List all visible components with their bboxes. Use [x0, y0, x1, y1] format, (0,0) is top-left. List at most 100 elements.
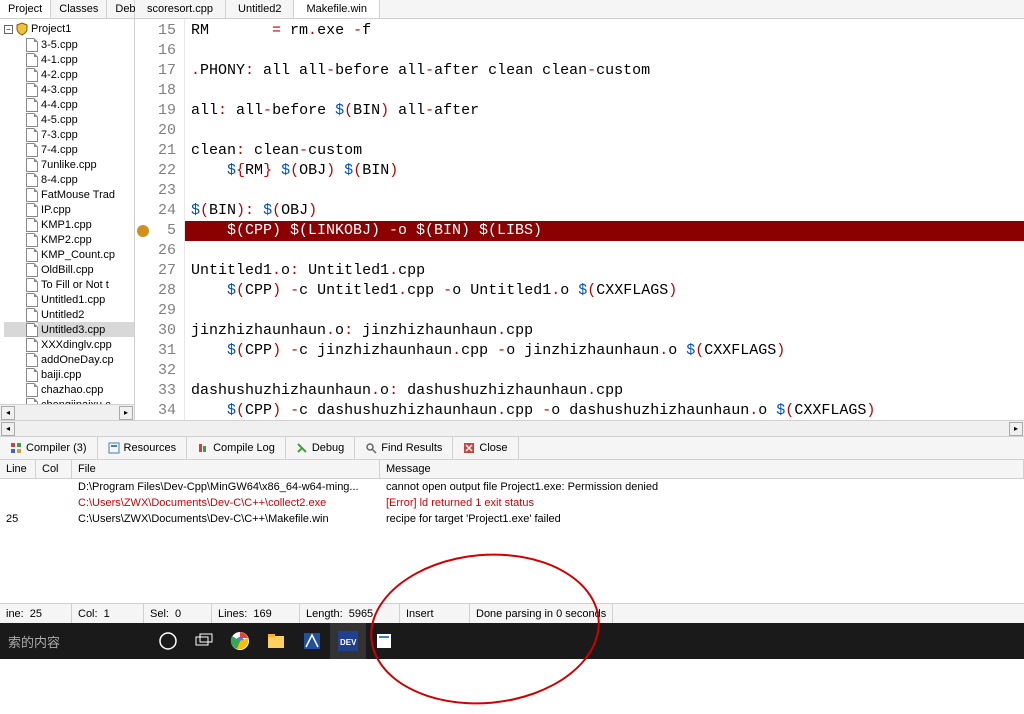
file-label: KMP1.cpp [41, 219, 92, 231]
taskbar-search[interactable]: 索的内容 [0, 632, 150, 651]
bottom-tab-compiler[interactable]: Compiler (3) [0, 437, 98, 459]
message-row[interactable]: 25C:\Users\ZWX\Documents\Dev-C\C++\Makef… [0, 511, 1024, 527]
message-area[interactable]: D:\Program Files\Dev-Cpp\MinGW64\x86_64-… [0, 479, 1024, 603]
bottom-tab-close[interactable]: Close [453, 437, 518, 459]
file-label: 7unlike.cpp [41, 159, 97, 171]
bottom-tab-label: Compiler (3) [26, 442, 87, 454]
file-icon [26, 248, 38, 262]
tree-item[interactable]: 7-3.cpp [4, 127, 134, 142]
editor-tab[interactable]: scoresort.cpp [135, 0, 226, 18]
tree-item[interactable]: IP.cpp [4, 202, 134, 217]
col-message-header[interactable]: Message [380, 460, 1024, 478]
code-editor[interactable]: 1516171819202122232452627282930313233343… [135, 19, 1024, 420]
cortana-icon[interactable] [150, 623, 186, 659]
bottom-tab-label: Find Results [381, 442, 442, 454]
file-label: 4-4.cpp [41, 99, 78, 111]
file-icon [26, 308, 38, 322]
bottom-tab-log[interactable]: Compile Log [187, 437, 286, 459]
file-icon [26, 188, 38, 202]
file-label: 7-4.cpp [41, 144, 78, 156]
tree-item[interactable]: XXXdinglv.cpp [4, 337, 134, 352]
file-icon [26, 53, 38, 67]
scroll-left-icon[interactable]: ◂ [1, 422, 15, 436]
tree-item[interactable]: 4-4.cpp [4, 97, 134, 112]
file-label: IP.cpp [41, 204, 71, 216]
app-icon-1[interactable] [294, 623, 330, 659]
sidebar-tab-classes[interactable]: Classes [51, 0, 107, 18]
tree-item[interactable]: 7unlike.cpp [4, 157, 134, 172]
taskview-icon[interactable] [186, 623, 222, 659]
project-tree[interactable]: − Project1 3-5.cpp4-1.cpp4-2.cpp 4-3.cpp 4… [0, 19, 134, 404]
tree-item[interactable]: OldBill.cpp [4, 262, 134, 277]
col-line-header[interactable]: Line [0, 460, 36, 478]
file-label: baiji.cpp [41, 369, 81, 381]
message-row[interactable]: D:\Program Files\Dev-Cpp\MinGW64\x86_64-… [0, 479, 1024, 495]
file-label: To Fill or Not t [41, 279, 109, 291]
tree-item[interactable]: Untitled2 [4, 307, 134, 322]
tree-item[interactable]: 4-2.cpp [4, 67, 134, 82]
tree-item[interactable]: 4-3.cpp [4, 82, 134, 97]
sidebar-tab-project[interactable]: Project [0, 0, 51, 18]
compiler-icon [10, 442, 22, 454]
col-file-header[interactable]: File [72, 460, 380, 478]
file-label: 4-3.cpp [41, 84, 78, 96]
tree-item[interactable]: 4-5.cpp [4, 112, 134, 127]
tree-item[interactable]: baiji.cpp [4, 367, 134, 382]
file-label: Untitled2 [41, 309, 84, 321]
devcpp-icon[interactable]: DEV [330, 623, 366, 659]
file-label: Untitled3.cpp [41, 324, 105, 336]
app-icon-2[interactable] [366, 623, 402, 659]
editor-tab[interactable]: Makefile.win [294, 0, 380, 18]
explorer-icon[interactable] [258, 623, 294, 659]
tree-item[interactable]: To Fill or Not t [4, 277, 134, 292]
scroll-right-icon[interactable]: ▸ [119, 406, 133, 420]
chrome-icon[interactable] [222, 623, 258, 659]
project-root[interactable]: − Project1 [4, 21, 134, 37]
editor-hscroll[interactable]: ◂ ▸ [0, 420, 1024, 436]
sidebar-tabs: ProjectClassesDebug [0, 0, 134, 19]
col-col-header[interactable]: Col [36, 460, 72, 478]
tree-item[interactable]: Untitled1.cpp [4, 292, 134, 307]
file-label: KMP_Count.cp [41, 249, 115, 261]
sidebar-hscroll[interactable]: ◂ ▸ [0, 404, 134, 420]
tree-item[interactable]: 8-4.cpp [4, 172, 134, 187]
code-lines[interactable]: RM = rm.exe -f.PHONY: all all-before all… [185, 19, 1024, 420]
file-label: 3-5.cpp [41, 39, 78, 51]
file-icon [26, 158, 38, 172]
file-label: addOneDay.cp [41, 354, 114, 366]
tree-item[interactable]: addOneDay.cp [4, 352, 134, 367]
tree-item[interactable]: FatMouse Trad [4, 187, 134, 202]
file-icon [26, 143, 38, 157]
tree-item[interactable]: KMP_Count.cp [4, 247, 134, 262]
tree-item[interactable]: chengjipaixu.c [4, 397, 134, 404]
tree-item[interactable]: 4-1.cpp [4, 52, 134, 67]
project-sidebar: ProjectClassesDebug − Project1 3-5.cpp4-… [0, 0, 135, 420]
scroll-right-icon[interactable]: ▸ [1009, 422, 1023, 436]
tree-item[interactable]: chazhao.cpp [4, 382, 134, 397]
windows-taskbar[interactable]: 索的内容 DEV [0, 623, 1024, 659]
tree-item[interactable]: KMP2.cpp [4, 232, 134, 247]
bottom-panel-tabs: Compiler (3) Resources Compile Log Debug Fin… [0, 436, 1024, 460]
file-label: 8-4.cpp [41, 174, 78, 186]
bottom-tab-label: Close [479, 442, 507, 454]
tree-item[interactable]: 3-5.cpp [4, 37, 134, 52]
file-label: 4-5.cpp [41, 114, 78, 126]
bottom-tab-find[interactable]: Find Results [355, 437, 453, 459]
status-length: Length:5965 [300, 604, 400, 623]
editor-pane: scoresort.cppUntitled2Makefile.win 15161… [135, 0, 1024, 420]
tree-item[interactable]: Untitled3.cpp [4, 322, 134, 337]
message-header: Line Col File Message [0, 460, 1024, 479]
tree-item[interactable]: 7-4.cpp [4, 142, 134, 157]
tree-item[interactable]: KMP1.cpp [4, 217, 134, 232]
bottom-tab-debug[interactable]: Debug [286, 437, 355, 459]
svg-text:DEV: DEV [340, 638, 357, 647]
file-icon [26, 98, 38, 112]
bottom-tab-resources[interactable]: Resources [98, 437, 188, 459]
editor-tab[interactable]: Untitled2 [226, 0, 294, 18]
bottom-tab-label: Resources [124, 442, 177, 454]
collapse-icon[interactable]: − [4, 25, 13, 34]
bottom-tab-label: Compile Log [213, 442, 275, 454]
scroll-left-icon[interactable]: ◂ [1, 406, 15, 420]
message-row[interactable]: C:\Users\ZWX\Documents\Dev-C\C++\collect… [0, 495, 1024, 511]
line-gutter[interactable]: 1516171819202122232452627282930313233343… [135, 19, 185, 420]
